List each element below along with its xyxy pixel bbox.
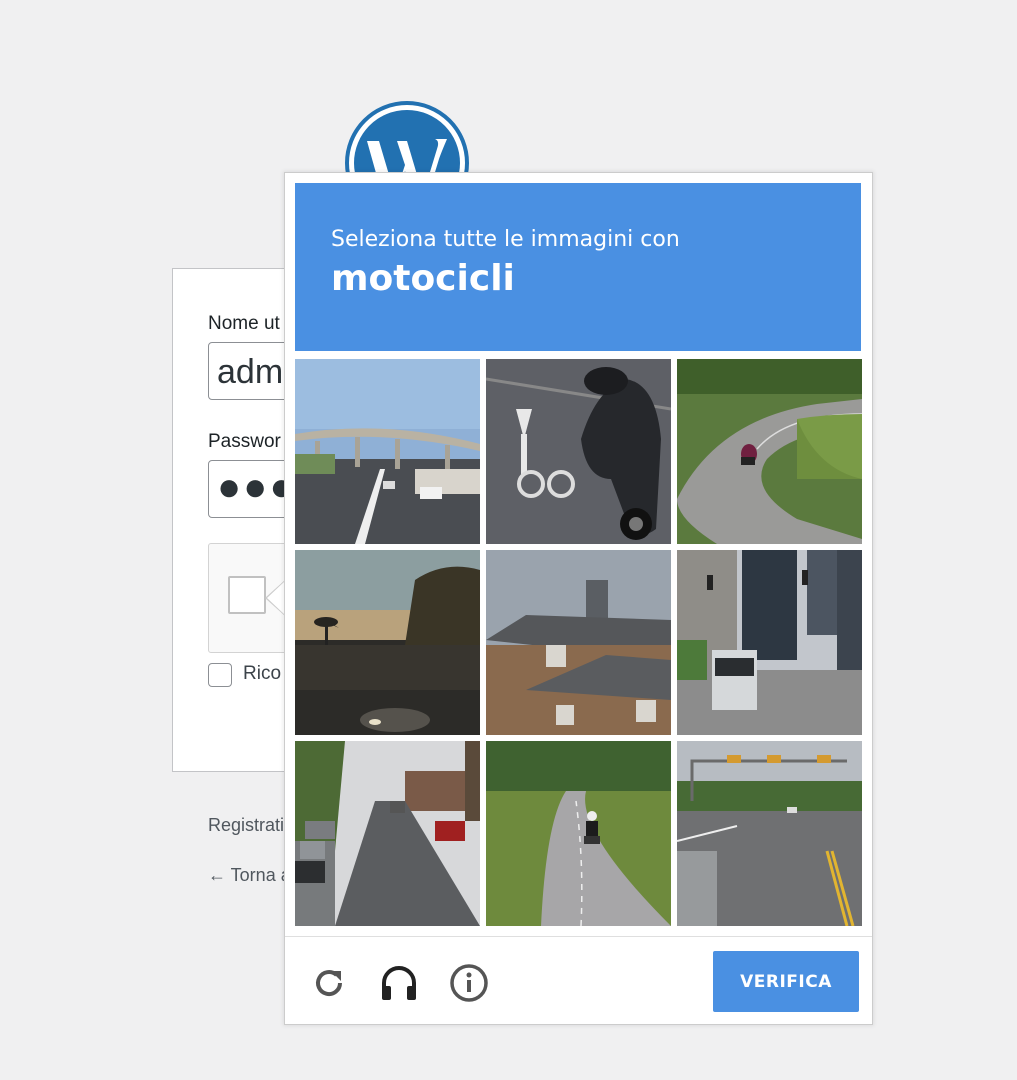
popup-pointer-fill (267, 581, 285, 615)
image-tile-highway-overpass[interactable] (295, 359, 480, 544)
info-icon[interactable] (449, 963, 489, 1003)
image-tile-scooter-bike-lane[interactable] (486, 359, 671, 544)
image-tile-motorcycle-path[interactable] (486, 741, 671, 926)
challenge-footer: VERIFICA (285, 936, 872, 1025)
challenge-header: Seleziona tutte le immagini con motocicl… (295, 183, 861, 351)
recaptcha-challenge: Seleziona tutte le immagini con motocicl… (284, 172, 873, 1025)
image-tile-motorcycle-curve[interactable] (677, 359, 862, 544)
challenge-instruction: Seleziona tutte le immagini con (331, 227, 680, 252)
remember-me-checkbox[interactable] (208, 663, 232, 687)
image-grid (295, 359, 862, 926)
username-label: Nome ut (208, 313, 280, 334)
remember-me-label: Rico (243, 663, 282, 684)
reload-icon[interactable] (309, 963, 349, 1003)
back-to-site-link[interactable]: ← Torna a (208, 865, 291, 886)
challenge-object: motocicli (331, 258, 515, 299)
register-link[interactable]: Registrati (208, 815, 284, 836)
headphones-icon[interactable] (379, 963, 419, 1003)
verify-button[interactable]: VERIFICA (713, 951, 859, 1012)
image-tile-city-bus-street[interactable] (677, 550, 862, 735)
image-tile-intersection[interactable] (677, 741, 862, 926)
recaptcha-checkbox[interactable] (228, 576, 266, 614)
image-tile-dusk-wall-car[interactable] (295, 550, 480, 735)
image-tile-house-roof[interactable] (486, 550, 671, 735)
password-label: Passwor (208, 431, 281, 452)
image-tile-residential-street[interactable] (295, 741, 480, 926)
